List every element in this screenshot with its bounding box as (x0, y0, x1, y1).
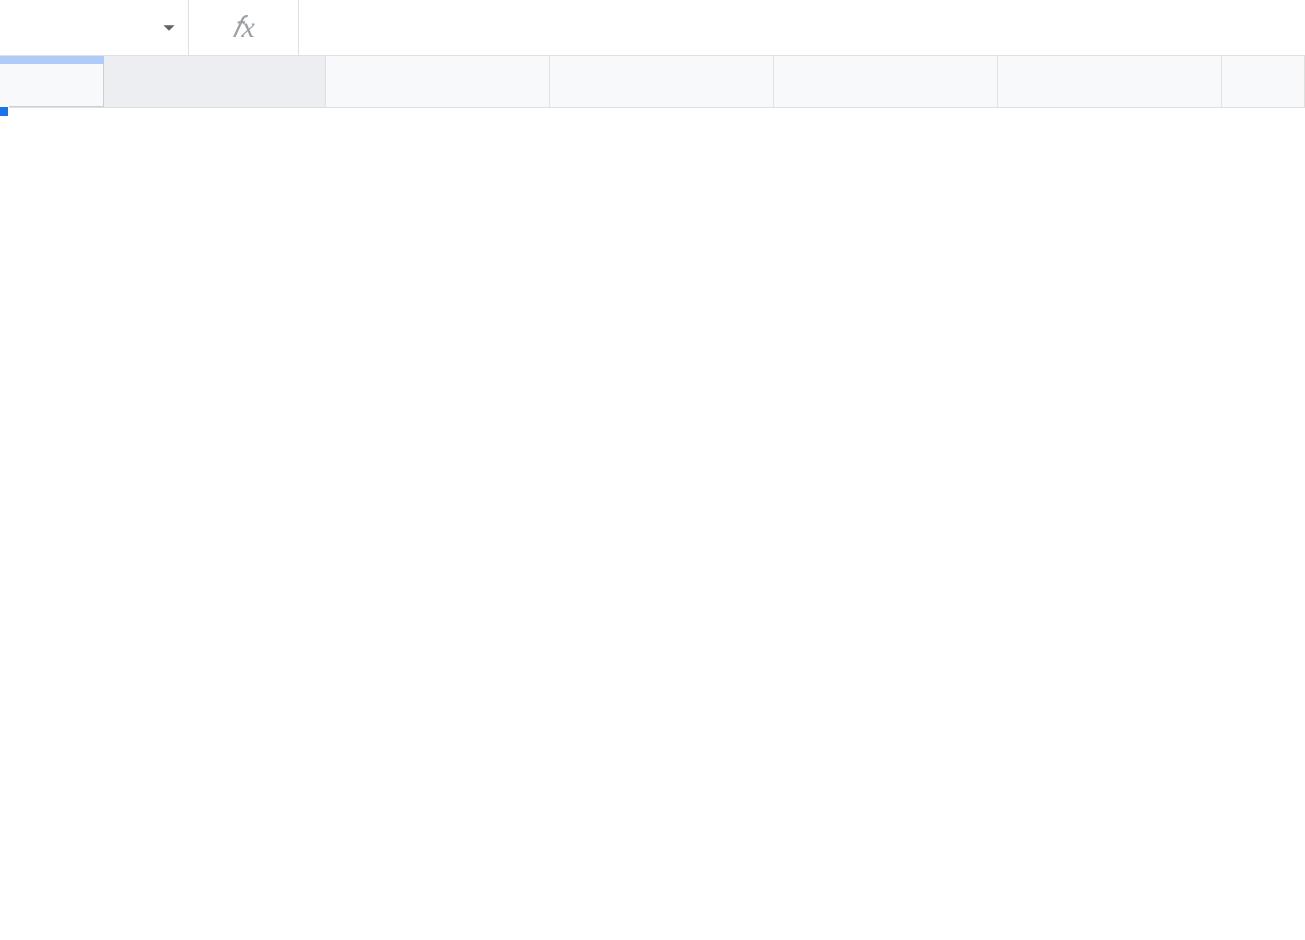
col-header-D[interactable] (774, 56, 998, 107)
col-header-A[interactable] (104, 56, 326, 107)
dropdown-icon[interactable] (162, 21, 176, 35)
col-header-E[interactable] (998, 56, 1222, 107)
formula-input[interactable] (298, 0, 1297, 55)
select-all-corner[interactable] (0, 56, 104, 107)
spreadsheet-grid (0, 56, 1305, 108)
col-header-B[interactable] (326, 56, 550, 107)
column-headers (0, 56, 1305, 108)
col-header-extra[interactable] (1222, 56, 1305, 107)
selection-outline (0, 108, 6, 114)
fx-box: 𝑓x (188, 0, 298, 55)
col-header-C[interactable] (550, 56, 774, 107)
formula-bar: 𝑓x (0, 0, 1305, 56)
fx-icon: 𝑓x (232, 11, 255, 45)
name-box[interactable] (8, 8, 188, 48)
